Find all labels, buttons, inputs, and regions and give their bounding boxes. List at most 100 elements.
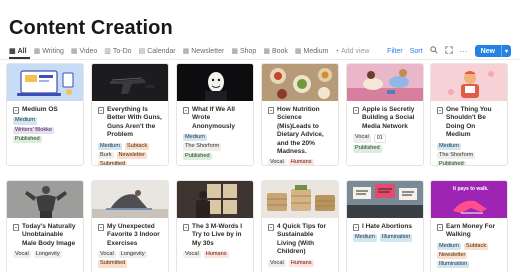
gallery-card[interactable]: 4 Quick Tips for Sustainable Living (Wit…	[261, 180, 339, 272]
tab-label: All	[17, 47, 27, 55]
expand-icon[interactable]	[444, 46, 453, 56]
tab-to-do[interactable]: ▥ To-Do	[104, 44, 131, 58]
tab-label: Video	[79, 47, 98, 55]
gallery-card[interactable]: The 3 M-Words I Try to Live by in My 30s…	[176, 180, 254, 272]
card-tags: Vocal Longevity	[98, 251, 162, 259]
card-tags: Vocal 01	[353, 134, 417, 144]
more-options-icon[interactable]: ···	[460, 47, 468, 56]
tab-label: Newsletter	[191, 47, 225, 55]
tab-book[interactable]: ▦ Book	[263, 44, 288, 58]
card-title[interactable]: What If We All Wrote Anonymously	[183, 106, 247, 131]
svg-text:It pays to walk.: It pays to walk.	[453, 186, 489, 192]
view-tabs: ▦ All ▦ Writing ▦ Video ▥ To-Do ▤ Calendar ▦ Newsle…	[9, 44, 370, 58]
tag: Longevity	[118, 251, 147, 259]
page-icon	[13, 224, 19, 231]
grid-icon: ▦	[70, 48, 78, 55]
add-view-button[interactable]: + Add view	[335, 44, 369, 58]
tag: Longevity	[33, 251, 62, 259]
gallery-card[interactable]: My Unexpected Favorite 3 Indoor Exercise…	[91, 180, 169, 272]
tab-shop[interactable]: ▦ Shop	[231, 44, 256, 58]
food-spread-photo	[262, 64, 338, 101]
card-title[interactable]: Everything Is Better With Guns, Guns Are…	[98, 106, 162, 140]
status-badge: Published	[183, 152, 212, 160]
tab-writing[interactable]: ▦ Writing	[34, 44, 64, 58]
card-title-text: One Thing You Shouldn't Be Doing On Medi…	[446, 106, 492, 139]
board-icon: ▥	[104, 48, 111, 55]
tag: Vocal	[268, 259, 286, 267]
gallery-card[interactable]: How Nutrition Science (Mis)Leads to Diet…	[261, 63, 339, 166]
card-title[interactable]: The 3 M-Words I Try to Live by in My 30s	[183, 223, 247, 248]
card-title-text: What If We All Wrote Anonymously	[192, 106, 235, 130]
tag: The Shorform	[437, 151, 476, 160]
card-tags: Medium Writers' Blokke	[13, 117, 77, 134]
status-badge: Submitted	[98, 161, 128, 165]
card-tags: Vocal Humans	[268, 159, 332, 166]
card-title[interactable]: Earn Money For Walking	[437, 223, 501, 240]
new-button[interactable]: New ▾	[474, 45, 511, 57]
card-title-text: How Nutrition Science (Mis)Leads to Diet…	[277, 106, 324, 156]
tag: Vocal	[183, 251, 201, 259]
yoga-stretch-photo	[92, 181, 168, 218]
gallery-card[interactable]: Medium OS Medium Writers' Blokke Published	[6, 63, 84, 166]
page-icon	[98, 224, 104, 231]
card-title[interactable]: One Thing You Shouldn't Be Doing On Medi…	[437, 106, 501, 140]
card-title[interactable]: Apple is Secretly Building a Social Medi…	[353, 106, 417, 131]
page-icon	[437, 224, 443, 231]
masked-figure-photo	[177, 64, 253, 101]
page-icon	[183, 107, 189, 114]
card-title-text: Apple is Secretly Building a Social Medi…	[362, 106, 415, 130]
status-badge: Submitted	[98, 260, 128, 268]
status-badge: Published	[437, 161, 466, 165]
card-tags: Vocal Humans	[268, 259, 332, 267]
tag: Burk	[98, 151, 114, 160]
tag: Humans	[203, 251, 229, 259]
card-tags: Medium Subtack Newsletter Illumination	[437, 242, 501, 269]
grid-icon: ▦	[294, 48, 302, 55]
grid-icon: ▦	[231, 48, 238, 55]
tab-medium[interactable]: ▦ Medium	[295, 44, 329, 58]
pink-illustration	[431, 64, 507, 101]
gallery-card[interactable]: One Thing You Shouldn't Be Doing On Medi…	[430, 63, 508, 166]
tag: Medium	[437, 142, 461, 150]
card-title[interactable]: Medium OS	[13, 106, 77, 114]
card-title[interactable]: How Nutrition Science (Mis)Leads to Diet…	[268, 106, 332, 156]
page-icon	[353, 224, 359, 231]
people-lounging-photo	[347, 64, 423, 101]
card-tags: Medium Illumination	[353, 234, 417, 242]
tab-newsletter[interactable]: ▦ Newsletter	[183, 44, 225, 58]
tag: Illumination	[437, 261, 470, 269]
gallery-card[interactable]: Everything Is Better With Guns, Guns Are…	[91, 63, 169, 166]
gallery-card[interactable]: Apple is Secretly Building a Social Medi…	[346, 63, 424, 166]
tag: Newsletter	[116, 151, 147, 160]
handgun-photo	[92, 64, 168, 101]
card-title[interactable]: My Unexpected Favorite 3 Indoor Exercise…	[98, 223, 162, 248]
gallery-card[interactable]: I Hate Abortions Medium Illumination	[346, 180, 424, 272]
tag: Humans	[288, 259, 314, 267]
card-title-text: Everything Is Better With Guns, Guns Are…	[107, 106, 162, 139]
sort-button[interactable]: Sort	[410, 48, 423, 55]
gallery-card[interactable]: Today's Naturally Unobtainable Male Body…	[6, 180, 84, 272]
tab-video[interactable]: ▦ Video	[71, 44, 97, 58]
card-tags: Medium The Shorform	[183, 134, 247, 151]
search-icon[interactable]	[429, 46, 438, 56]
card-title-text: I Hate Abortions	[362, 223, 412, 230]
new-button-label: New	[480, 47, 495, 55]
card-title-text: Earn Money For Walking	[446, 223, 496, 239]
tab-calendar[interactable]: ▤ Calendar	[139, 44, 176, 58]
chevron-down-icon[interactable]: ▾	[500, 45, 511, 57]
card-tags: Vocal Humans	[183, 251, 247, 259]
tag: 01	[373, 134, 386, 144]
card-title[interactable]: 4 Quick Tips for Sustainable Living (Wit…	[268, 223, 332, 257]
gallery-card[interactable]: What If We All Wrote Anonymously Medium Th…	[176, 63, 254, 166]
tag: Newsletter	[437, 252, 468, 260]
tag: Vocal	[268, 159, 286, 166]
gallery-card[interactable]: It pays to walk. Earn Money For Walking Me…	[430, 180, 508, 272]
card-title[interactable]: Today's Naturally Unobtainable Male Body…	[13, 223, 77, 248]
tab-all[interactable]: ▦ All	[9, 44, 27, 58]
page-icon	[98, 107, 104, 114]
tag: Vocal	[353, 134, 371, 144]
calendar-icon: ▤	[138, 48, 146, 55]
card-title[interactable]: I Hate Abortions	[353, 223, 417, 231]
filter-button[interactable]: Filter	[387, 48, 403, 55]
tag: Illumination	[379, 234, 413, 242]
